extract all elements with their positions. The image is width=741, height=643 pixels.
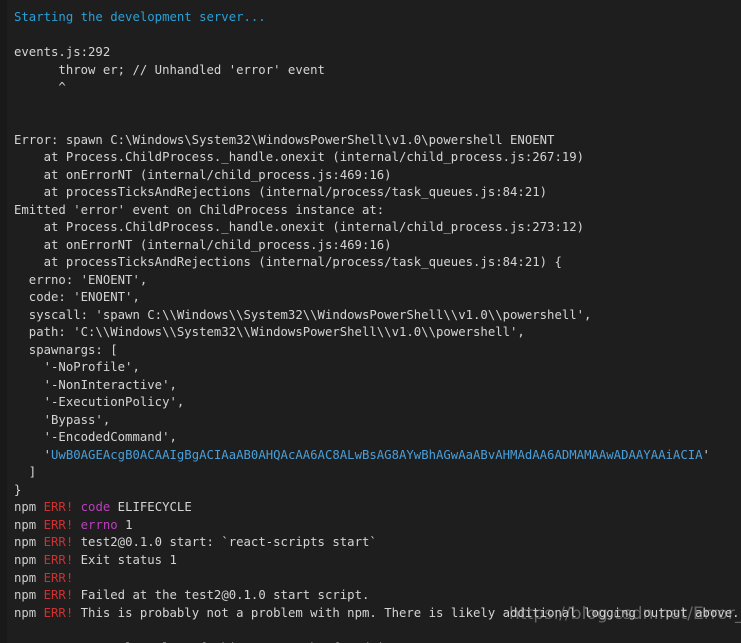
console-text-default: [73, 500, 80, 514]
console-text-magenta: code: [80, 500, 111, 515]
console-text-red: ERR!: [43, 500, 74, 515]
console-line: throw er; // Unhandled 'error' event: [14, 62, 741, 80]
console-line: 'UwB0AGEAcgB0ACAAIgBgACIAaAB0AHQAcAA6AC8…: [14, 447, 741, 465]
console-line: '-NonInteractive',: [14, 377, 741, 395]
console-text-default: ': [14, 447, 52, 462]
console-text-default: Emitted 'error' event on ChildProcess in…: [14, 202, 385, 217]
console-line: '-NoProfile',: [14, 359, 741, 377]
console-text-grey: npm: [14, 552, 44, 567]
console-line: at Process.ChildProcess._handle.onexit (…: [14, 219, 741, 237]
console-text-red: ERR!: [43, 535, 74, 550]
console-text-red: ERR!: [43, 570, 74, 585]
console-line: npm ERR! test2@0.1.0 start: `react-scrip…: [14, 534, 741, 552]
console-line: Emitted 'error' event on ChildProcess in…: [14, 202, 741, 220]
console-line: at onErrorNT (internal/child_process.js:…: [14, 237, 741, 255]
console-text-default: [73, 518, 80, 532]
console-line: at processTicksAndRejections (internal/p…: [14, 254, 741, 272]
console-line: npm ERR! errno 1: [14, 517, 741, 535]
console-line: '-EncodedCommand',: [14, 429, 741, 447]
console-text-default: Exit status 1: [73, 552, 177, 567]
console-text-red: ERR!: [43, 588, 74, 603]
console-text-grey: npm: [14, 570, 44, 585]
console-text-default: spawnargs: [: [14, 342, 118, 357]
console-text-default: events.js:292: [14, 45, 111, 60]
console-text-grey: npm: [14, 588, 44, 603]
console-text-red: ERR!: [43, 552, 74, 567]
console-line: at processTicksAndRejections (internal/p…: [14, 184, 741, 202]
console-text-default: ELIFECYCLE: [110, 500, 192, 515]
console-line: events.js:292: [14, 44, 741, 62]
console-line: path: 'C:\\Windows\\System32\\WindowsPow…: [14, 324, 741, 342]
console-line: npm ERR! A complete log of this run can …: [14, 640, 741, 643]
console-line: 'Bypass',: [14, 412, 741, 430]
console-text-default: }: [14, 482, 22, 497]
console-line: Error: spawn C:\Windows\System32\Windows…: [14, 132, 741, 150]
console-line: ]: [14, 464, 741, 482]
console-text-default: at Process.ChildProcess._handle.onexit (…: [14, 220, 585, 235]
console-line: npm ERR! This is probably not a problem …: [14, 605, 741, 623]
console-line: spawnargs: [: [14, 342, 741, 360]
console-line: at Process.ChildProcess._handle.onexit (…: [14, 149, 741, 167]
console-text-red: ERR!: [43, 605, 74, 620]
console-line: ^: [14, 79, 741, 97]
console-text-default: Failed at the test2@0.1.0 start script.: [73, 588, 370, 603]
console-text-default: '-NonInteractive',: [14, 377, 177, 392]
console-line: Starting the development server...: [14, 9, 741, 27]
console-text-grey: npm: [14, 500, 44, 515]
console-line: syscall: 'spawn C:\\Windows\\System32\\W…: [14, 307, 741, 325]
console-text-default: errno: 'ENOENT',: [14, 272, 148, 287]
console-text-grey: npm: [14, 517, 44, 532]
console-text-default: code: 'ENOENT',: [14, 290, 140, 305]
console-text-default: '-NoProfile',: [14, 360, 140, 375]
console-text-red: ERR!: [43, 517, 74, 532]
console-text-default: path: 'C:\\Windows\\System32\\WindowsPow…: [14, 325, 525, 340]
console-text-default: ^: [14, 80, 66, 95]
console-line: }: [14, 482, 741, 500]
console-line: npm ERR! Failed at the test2@0.1.0 start…: [14, 587, 741, 605]
console-text-default: '-EncodedCommand',: [14, 430, 177, 445]
console-text-grey: npm: [14, 605, 44, 620]
console-text-default: 1: [117, 517, 133, 532]
console-text-default: at Process.ChildProcess._handle.onexit (…: [14, 150, 585, 165]
terminal-left-gutter: [0, 0, 7, 643]
console-text-default: throw er; // Unhandled 'error' event: [14, 62, 325, 77]
console-text-magenta: errno: [80, 517, 118, 532]
console-line: errno: 'ENOENT',: [14, 272, 741, 290]
console-line: code: 'ENOENT',: [14, 289, 741, 307]
console-text-default: test2@0.1.0 start: `react-scripts start`: [73, 535, 377, 550]
console-text-default: ': [702, 447, 710, 462]
console-text-default: Error: spawn C:\Windows\System32\Windows…: [14, 132, 555, 147]
console-text-blue: UwB0AGEAcgB0ACAAIgBgACIAaAB0AHQAcAA6AC8A…: [51, 447, 703, 462]
console-output[interactable]: Starting the development server... event…: [0, 0, 741, 643]
console-text-default: This is probably not a problem with npm.…: [73, 605, 740, 620]
console-text-default: at onErrorNT (internal/child_process.js:…: [14, 167, 392, 182]
console-line: npm ERR!: [14, 570, 741, 588]
console-text-default: at onErrorNT (internal/child_process.js:…: [14, 237, 392, 252]
console-text-default: syscall: 'spawn C:\\Windows\\System32\\W…: [14, 307, 592, 322]
console-text-default: '-ExecutionPolicy',: [14, 395, 185, 410]
terminal-window: Starting the development server... event…: [0, 0, 741, 643]
console-text-cyan: Starting the development server...: [14, 10, 266, 24]
console-text-default: at processTicksAndRejections (internal/p…: [14, 185, 548, 200]
console-line: '-ExecutionPolicy',: [14, 394, 741, 412]
console-line: npm ERR! Exit status 1: [14, 552, 741, 570]
console-text-grey: npm: [14, 535, 44, 550]
console-line: at onErrorNT (internal/child_process.js:…: [14, 167, 741, 185]
console-text-default: at processTicksAndRejections (internal/p…: [14, 255, 562, 270]
console-text-default: 'Bypass',: [14, 412, 111, 427]
console-line: npm ERR! code ELIFECYCLE: [14, 499, 741, 517]
console-text-default: ]: [14, 465, 37, 480]
